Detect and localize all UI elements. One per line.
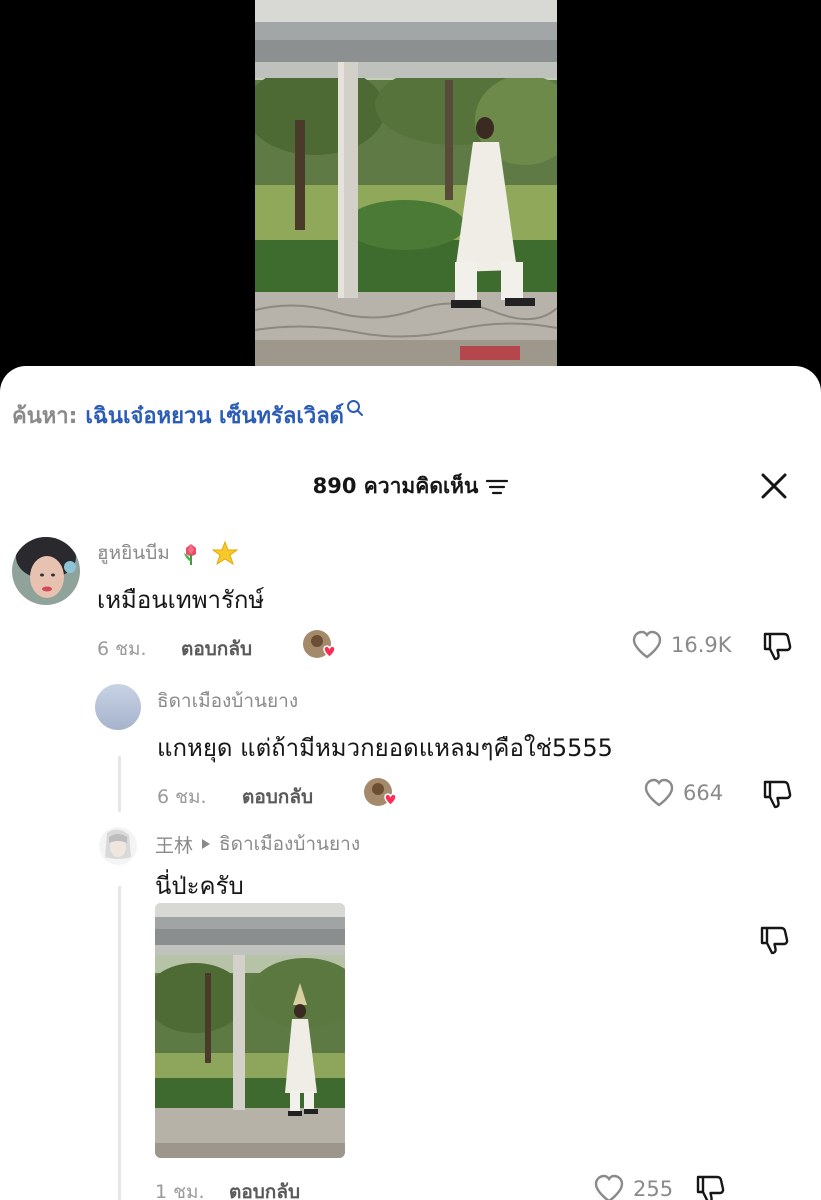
reply-time: 1 ชม. [155, 1181, 205, 1200]
close-icon[interactable] [758, 470, 790, 502]
comments-sheet: ค้นหา: เฉินเจ๋อหยวน เซ็นทรัลเวิลด์ 890 ค… [0, 366, 821, 1200]
dislike-icon[interactable] [760, 777, 794, 811]
thread-line [118, 756, 121, 812]
avatar[interactable] [12, 537, 80, 605]
search-suggestion[interactable]: ค้นหา: เฉินเจ๋อหยวน เซ็นทรัลเวิลด์ [12, 397, 364, 433]
search-icon [346, 400, 363, 416]
like-button[interactable]: 16.9K [631, 630, 732, 660]
search-prefix: ค้นหา: [12, 403, 78, 429]
reply-time: 6 ชม. [157, 786, 207, 808]
like-count: 16.9K [671, 633, 732, 657]
dislike-icon[interactable] [693, 1172, 727, 1200]
creator-liked-avatar [364, 778, 397, 806]
comment-time: 6 ชม. [97, 638, 147, 660]
comments-header: 890 ความคิดเห็น [0, 470, 821, 503]
video-thumbnail[interactable] [255, 0, 557, 366]
reply-text: แกหยุด แต่ถ้ามีหมวกยอดแหลมๆคือใช่5555 [157, 734, 613, 762]
video-player[interactable] [0, 0, 821, 380]
thread-line [118, 886, 121, 1200]
sort-filter-icon[interactable] [486, 479, 509, 495]
search-term[interactable]: เฉินเจ๋อหยวน เซ็นทรัลเวิลด์ [85, 398, 344, 433]
reply-button[interactable]: ตอบกลับ [229, 1177, 300, 1200]
dislike-icon[interactable] [757, 923, 791, 957]
creator-liked-avatar [303, 630, 336, 658]
comment-count-title: 890 ความคิดเห็น [312, 474, 479, 498]
avatar[interactable] [95, 684, 141, 730]
heart-outline-icon [644, 778, 674, 807]
star-icon [211, 540, 238, 566]
reply-button[interactable]: ตอบกลับ [181, 634, 252, 664]
reply-text: นี่ป่ะครับ [155, 872, 244, 900]
comment-username[interactable]: ฮูหยินบีม [97, 538, 238, 568]
reply-username[interactable]: 王林 ธิดาเมืองบ้านยาง [155, 829, 360, 859]
tulip-icon [183, 544, 196, 565]
reply-button[interactable]: ตอบกลับ [242, 782, 313, 812]
heart-outline-icon [632, 630, 662, 659]
reply-image[interactable] [155, 903, 345, 1158]
reply-author[interactable]: 王林 [155, 831, 193, 858]
like-button[interactable]: 255 [593, 1174, 673, 1200]
dislike-icon[interactable] [760, 629, 794, 663]
like-count: 255 [633, 1177, 674, 1200]
like-count: 664 [683, 781, 724, 805]
reply-arrow-icon [202, 839, 211, 849]
comment-text: เหมือนเทพารักษ์ [97, 586, 265, 614]
reply-to-user[interactable]: ธิดาเมืองบ้านยาง [219, 829, 360, 859]
avatar[interactable] [99, 827, 137, 865]
like-button[interactable]: 664 [643, 778, 723, 808]
heart-outline-icon [594, 1174, 624, 1200]
reply-username[interactable]: ธิดาเมืองบ้านยาง [157, 686, 298, 716]
